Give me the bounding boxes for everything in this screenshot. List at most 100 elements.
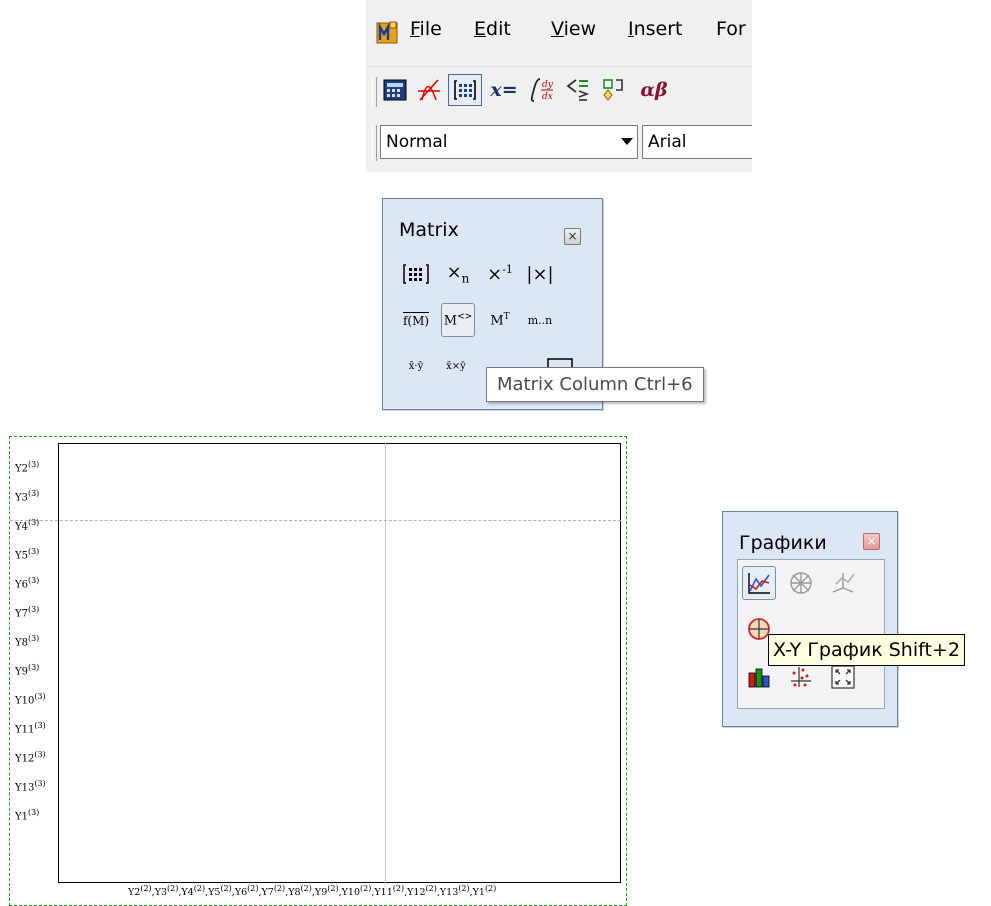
polar-plot-icon [790, 572, 812, 594]
x-label-name: Y11 [374, 887, 393, 899]
matrix-toolbar-button[interactable] [448, 74, 482, 106]
y-axis-label[interactable]: Y11(3) [15, 721, 46, 735]
y-axis-label[interactable]: Y6(3) [15, 576, 39, 590]
determinant-button[interactable]: |×| [523, 257, 557, 291]
y-label-superscript: (3) [27, 634, 40, 643]
x-label-superscript: (2) [327, 884, 339, 893]
application-toolbar-area: File Edit View Insert For x= dy dx αβ No… [366, 0, 752, 172]
x-label-superscript: (2) [193, 884, 206, 893]
range-variable-button[interactable]: m..n [523, 303, 557, 337]
calculus-button[interactable]: dy dx [524, 74, 558, 106]
y-label-name: Y11 [15, 724, 35, 736]
x-label-name: Y2 [128, 887, 141, 899]
graph-toolbar-button[interactable] [414, 74, 444, 106]
x-label-superscript: (2) [360, 884, 372, 893]
evaluation-button[interactable]: x= [486, 74, 522, 106]
y-label-name: Y8 [15, 637, 28, 649]
scatter-plot-icon [791, 667, 811, 687]
menu-edit[interactable]: Edit [474, 18, 511, 40]
x-label-name: Y6 [234, 887, 248, 899]
toolbar-grip[interactable] [372, 125, 377, 161]
y-label-superscript: (3) [27, 489, 40, 498]
font-dropdown-value: Arial [648, 132, 687, 152]
style-dropdown[interactable]: Normal [380, 125, 638, 159]
y-axis-label[interactable]: Y1(3) [15, 808, 39, 822]
x-label-superscript: (2) [458, 884, 470, 893]
y-axis-label[interactable]: Y13(3) [15, 779, 46, 793]
y-label-name: Y6 [15, 579, 28, 591]
y-label-superscript: (3) [34, 779, 46, 788]
x-label-name: Y8 [288, 887, 301, 899]
inverse-button[interactable]: ×-1 [483, 257, 517, 291]
x-label-name: Y4 [181, 887, 194, 899]
range-variable-icon: m..n [527, 313, 553, 327]
calculus-icon: dy dx [530, 78, 554, 102]
y-label-superscript: (3) [27, 547, 40, 556]
formatting-toolbar: Normal Arial [366, 115, 752, 171]
x-label-name: Y3 [154, 887, 168, 899]
svg-text:dy: dy [542, 80, 554, 90]
vectorize-icon: f(M) [402, 312, 430, 328]
close-icon[interactable]: × [863, 533, 880, 550]
transpose-button[interactable]: MT [483, 303, 517, 337]
toolbar-grip[interactable] [372, 77, 377, 107]
y-label-superscript: (3) [27, 605, 40, 614]
insert-matrix-button[interactable] [399, 257, 433, 291]
mathcad-logo-icon [376, 21, 398, 44]
x-label-superscript: (2) [484, 884, 497, 893]
y-axis-label[interactable]: Y7(3) [15, 605, 39, 619]
y-label-superscript: (3) [27, 460, 40, 469]
x-label-superscript: (2) [167, 884, 179, 893]
y-label-name: Y3 [15, 492, 28, 504]
y-axis-label[interactable]: Y9(3) [15, 663, 39, 677]
y-axis-label[interactable]: Y5(3) [15, 547, 39, 561]
y-label-superscript: (3) [27, 576, 40, 585]
svg-text:dx: dx [542, 92, 553, 102]
vectorize-button[interactable]: f(M) [399, 303, 433, 337]
plot-guide-horizontal [10, 520, 621, 521]
xy-plot-button[interactable] [742, 566, 776, 600]
style-dropdown-value: Normal [386, 132, 448, 152]
y-axis-label[interactable]: Y10(3) [15, 692, 46, 706]
transpose-icon: MT [490, 311, 510, 329]
x-label-superscript: (2) [392, 884, 405, 893]
subscript-icon: ×n [446, 262, 470, 286]
polar-plot-button[interactable] [784, 566, 818, 600]
cross-product-button[interactable]: x̄×ȳ [439, 349, 473, 383]
programming-button[interactable] [598, 74, 630, 106]
chevron-down-icon [621, 138, 633, 145]
y-axis-label[interactable]: Y4(3) [15, 518, 39, 532]
matrix-column-button[interactable]: M<> [441, 303, 475, 337]
graph-icon [418, 79, 440, 101]
font-dropdown[interactable]: Arial [642, 125, 752, 159]
menu-view[interactable]: View [551, 18, 596, 40]
matrix-palette-title: Matrix [399, 219, 459, 241]
surface-plot-button[interactable] [826, 566, 860, 600]
close-icon[interactable]: × [564, 228, 581, 245]
x-label-name: Y7 [261, 887, 274, 899]
menu-insert[interactable]: Insert [628, 18, 683, 40]
x-axis-label[interactable]: Y2(2),Y3(2),Y4(2),Y5(2),Y6(2),Y7(2),Y8(2… [128, 884, 496, 898]
x-label-name: Y13 [439, 887, 459, 899]
evaluation-icon: x= [490, 79, 518, 101]
xy-plot-tooltip: X-Y График Shift+2 [768, 634, 965, 666]
y-label-superscript: (3) [34, 721, 46, 730]
programming-icon [603, 79, 623, 101]
y-axis-label[interactable]: Y8(3) [15, 634, 39, 648]
dot-product-button[interactable]: x̄·ȳ [399, 349, 433, 383]
xy-plot-frame[interactable] [58, 443, 621, 883]
subscript-button[interactable]: ×n [441, 257, 475, 291]
y-axis-label[interactable]: Y2(3) [15, 460, 39, 474]
boolean-button[interactable] [562, 74, 594, 106]
y-label-superscript: (3) [27, 808, 40, 817]
menu-file[interactable]: File [410, 18, 442, 40]
greek-button[interactable]: αβ [634, 74, 674, 106]
y-label-superscript: (3) [27, 518, 40, 527]
y-axis-label[interactable]: Y3(3) [15, 489, 39, 503]
y-label-name: Y7 [15, 608, 28, 620]
y-axis-label[interactable]: Y12(3) [15, 750, 46, 764]
calculator-button[interactable] [380, 74, 410, 106]
inverse-icon: ×-1 [487, 263, 513, 285]
determinant-icon: |×| [526, 263, 554, 285]
menu-format[interactable]: For [716, 18, 746, 40]
